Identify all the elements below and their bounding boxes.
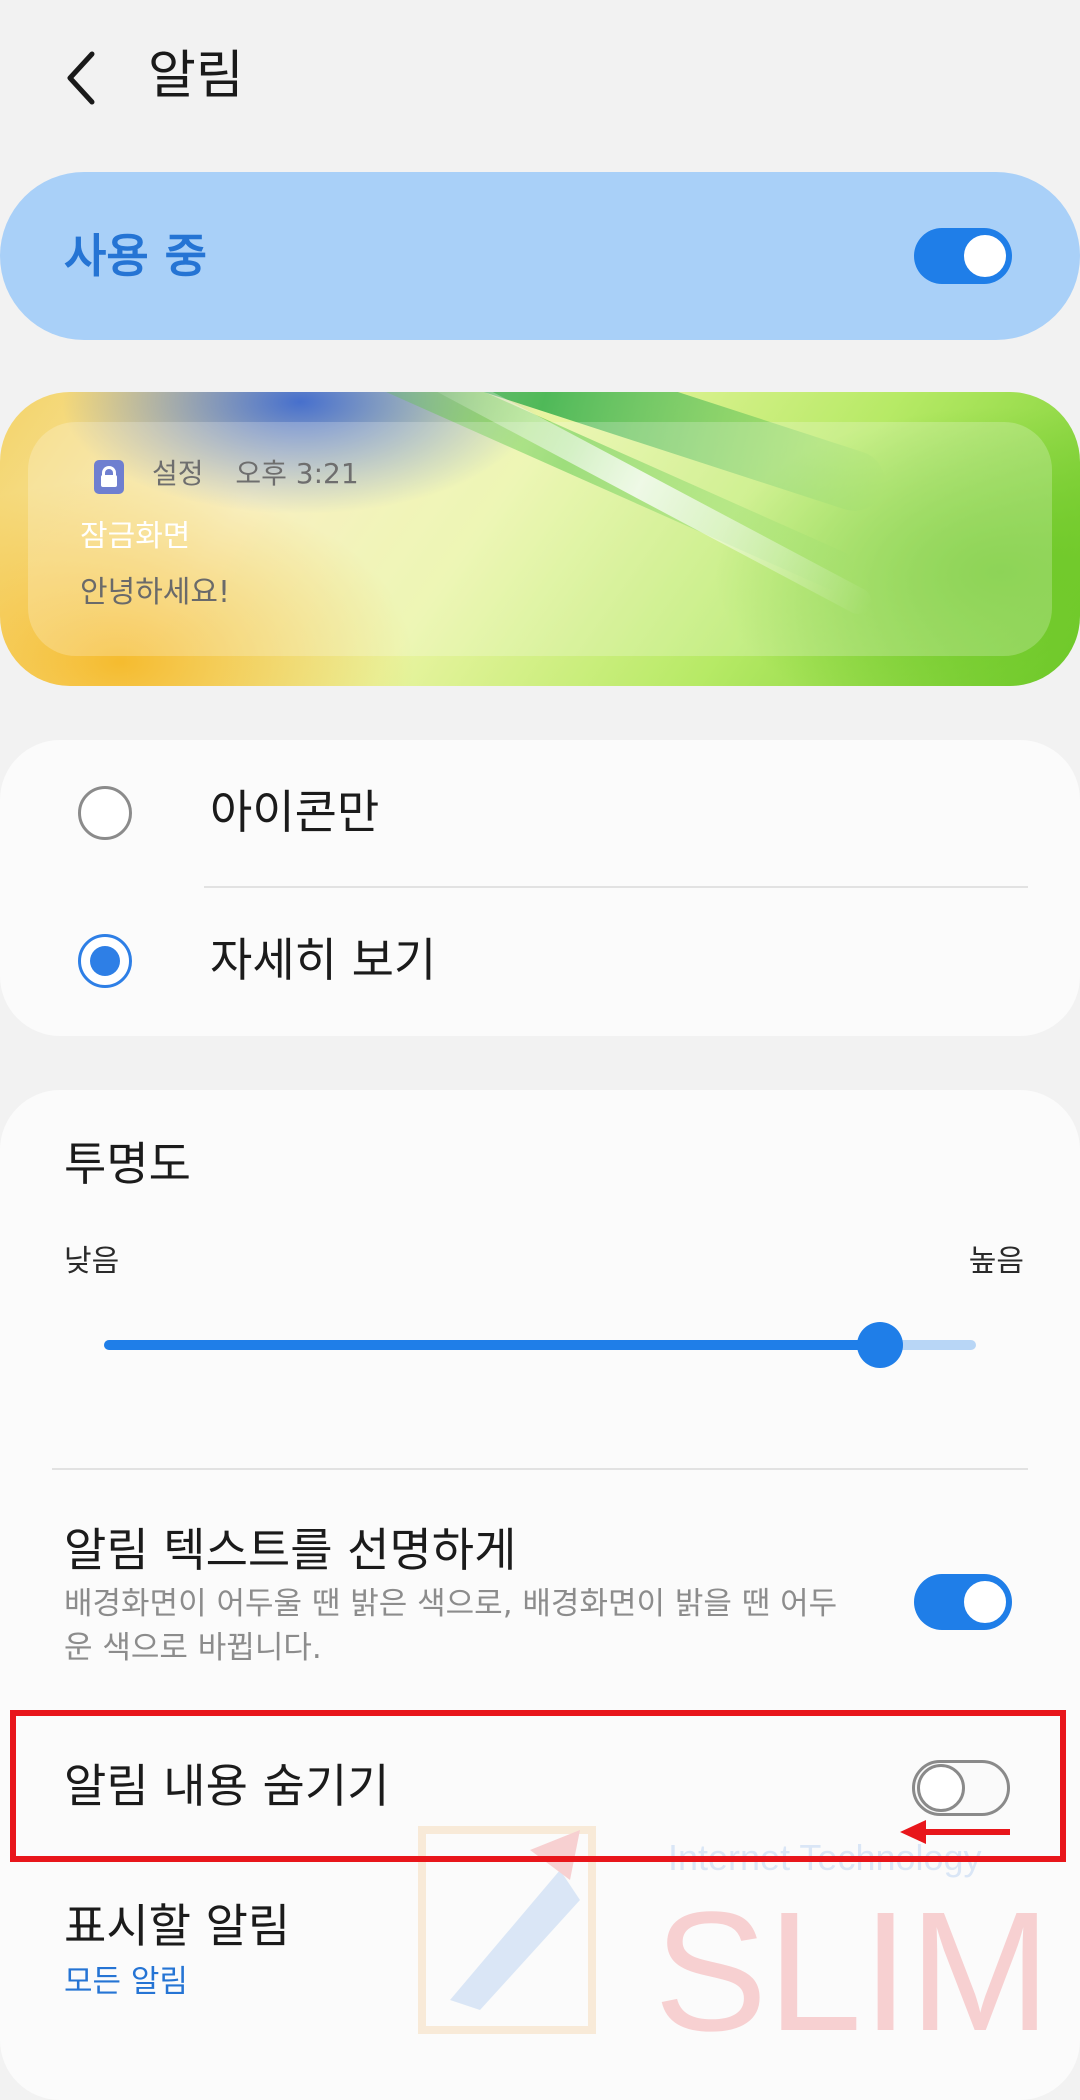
option-label: 아이콘만 [210,785,380,839]
slider-low-label: 낮음 [64,1244,120,1279]
slider-fill [104,1340,881,1350]
clear-text-toggle[interactable] [914,1574,1012,1630]
slider-thumb[interactable] [857,1322,904,1368]
option-icons-only[interactable]: 아이콘만 [0,740,1080,880]
divider [204,886,1028,888]
master-toggle[interactable] [914,228,1012,284]
toggle-knob [961,1578,1009,1626]
master-switch-row[interactable]: 사용 중 [0,172,1080,340]
notifications-to-show-value: 모든 알림 [64,1964,188,2000]
toggle-knob [961,232,1009,280]
notification-app-name: 설정 [152,457,204,490]
notification-time: 오후 3:21 [235,457,359,490]
clear-text-subtitle: 배경화면이 어두울 땐 밝은 색으로, 배경화면이 밝을 땐 어두운 색으로 바… [64,1586,838,1666]
red-arrow-icon [900,1820,1010,1844]
slider-high-label: 높음 [968,1244,1024,1279]
radio-button[interactable] [78,786,132,840]
transparency-slider[interactable] [104,1322,976,1368]
notification-title: 잠금화면 [80,519,191,554]
notification-style-card: 아이콘만 자세히 보기 [0,740,1080,1036]
lock-icon [94,460,124,494]
divider [52,1468,1028,1470]
option-label: 자세히 보기 [210,933,437,987]
option-detailed[interactable]: 자세히 보기 [0,890,1080,1030]
transparency-title: 투명도 [64,1137,191,1191]
notifications-to-show-title: 표시할 알림 [64,1899,291,1953]
master-switch-label: 사용 중 [64,229,207,283]
watermark-large-text: SLIM [654,1877,1051,2050]
page-title: 알림 [148,46,244,106]
lockscreen-preview: 설정 오후 3:21 잠금화면 안녕하세요! [0,392,1080,686]
notification-body: 안녕하세요! [80,575,231,610]
clear-text-title: 알림 텍스트를 선명하게 [64,1523,517,1577]
chevron-left-icon [67,51,95,105]
radio-button-selected[interactable] [78,934,132,988]
back-button[interactable] [48,38,118,118]
notification-app-line: 설정 오후 3:21 [152,454,359,494]
